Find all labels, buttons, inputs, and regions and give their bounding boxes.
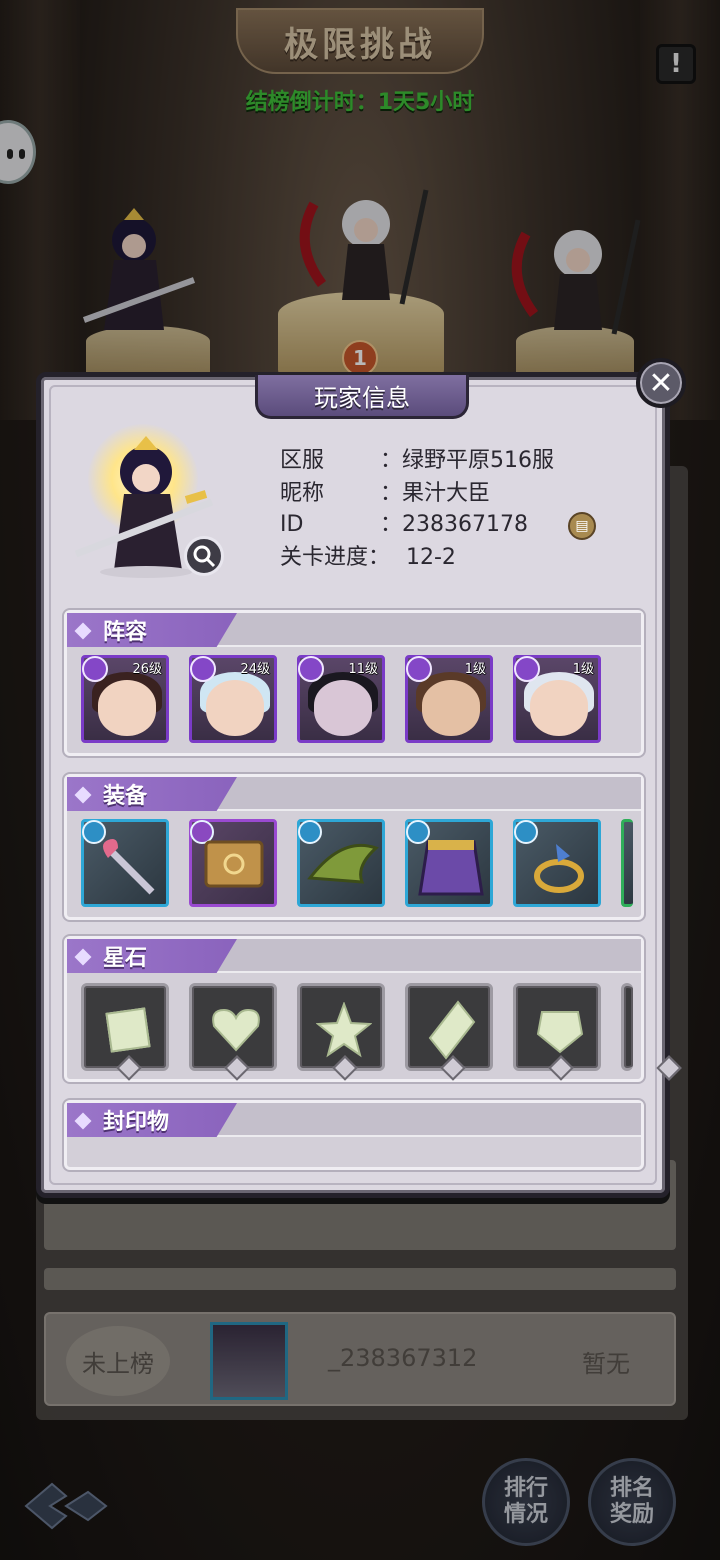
equipment-section: 装备 (64, 774, 644, 920)
nickname-value: ：果汁大臣 (380, 481, 491, 506)
copy-icon: ▤ (575, 518, 589, 534)
close-button[interactable]: ✕ (636, 358, 686, 408)
nickname-label: 昵称 (280, 481, 325, 506)
equipment-title: 装备 (103, 784, 148, 809)
lineup-hero-1[interactable]: 26级 (81, 655, 169, 743)
star-stone-slot-2[interactable] (189, 983, 277, 1071)
copy-id-button[interactable]: ▤ (568, 512, 596, 540)
lineup-hero-4[interactable]: 1级 (405, 655, 493, 743)
shield-gem-icon (536, 1011, 584, 1054)
lineup-hero-5[interactable]: 1级 (513, 655, 601, 743)
diamond-gem-icon (428, 1000, 476, 1060)
book-icon (204, 840, 264, 888)
ring-icon (534, 844, 584, 893)
cape-icon (418, 840, 484, 896)
hero-class-icon (406, 656, 432, 682)
equipment-slot-1[interactable] (81, 819, 169, 907)
star-stone-slot-4[interactable] (405, 983, 493, 1071)
star-stone-section: 星石 (64, 936, 644, 1082)
hero-class-icon (190, 656, 216, 682)
equipment-tab: 装备 (67, 777, 237, 811)
lineup-tab: 阵容 (67, 613, 237, 647)
equipment-slot-4[interactable] (405, 819, 493, 907)
magnifier-icon (193, 545, 216, 568)
lineup-hero-3[interactable]: 11级 (297, 655, 385, 743)
hero-face (206, 680, 264, 736)
hero-level: 1级 (572, 662, 594, 677)
hero-face (530, 680, 588, 736)
progress-label: 关卡进度： (280, 545, 391, 570)
dialog-title-banner: 玩家信息 (255, 375, 469, 419)
lineup-hero-2[interactable]: 24级 (189, 655, 277, 743)
equipment-slot-partial[interactable] (621, 819, 633, 907)
view-details-button[interactable] (184, 536, 224, 576)
progress-value: 12-2 (406, 545, 456, 570)
lineup-title: 阵容 (103, 620, 148, 645)
star-stone-title: 星石 (103, 946, 148, 971)
hero-face (422, 680, 480, 736)
hero-level: 26级 (132, 662, 162, 677)
id-label: ID (280, 512, 304, 537)
hero-face (98, 680, 156, 736)
equipment-slot-3[interactable] (297, 819, 385, 907)
hero-level: 11级 (348, 662, 378, 677)
seal-tab: 封印物 (67, 1103, 237, 1137)
lineup-section: 阵容 26级 24级 11级 1级 1级 (64, 610, 644, 756)
equipment-slot-5[interactable] (513, 819, 601, 907)
dialog-title: 玩家信息 (314, 384, 410, 412)
hero-level: 24级 (240, 662, 270, 677)
star-gem-icon (316, 1002, 372, 1058)
seal-title: 封印物 (103, 1110, 170, 1135)
star-stone-tab: 星石 (67, 939, 237, 973)
hero-class-icon (298, 656, 324, 682)
equipment-slot-2[interactable] (189, 819, 277, 907)
hero-face (314, 680, 372, 736)
square-gem-icon (105, 1007, 151, 1053)
hero-class-icon (82, 656, 108, 682)
server-label: 区服 (280, 448, 325, 473)
star-stone-slot-1[interactable] (81, 983, 169, 1071)
heart-gem-icon (212, 1008, 260, 1052)
hero-class-icon (514, 656, 540, 682)
star-stone-slot-3[interactable] (297, 983, 385, 1071)
wand-icon (103, 839, 155, 895)
server-value: ：绿野平原516服 (380, 448, 554, 473)
close-icon: ✕ (648, 365, 674, 401)
star-stone-slot-partial[interactable] (621, 983, 633, 1071)
seal-section: 封印物 (64, 1100, 644, 1170)
star-stone-slot-5[interactable] (513, 983, 601, 1071)
hat-icon (307, 843, 379, 884)
id-value: ：238367178 (380, 512, 528, 537)
hero-level: 1级 (464, 662, 486, 677)
